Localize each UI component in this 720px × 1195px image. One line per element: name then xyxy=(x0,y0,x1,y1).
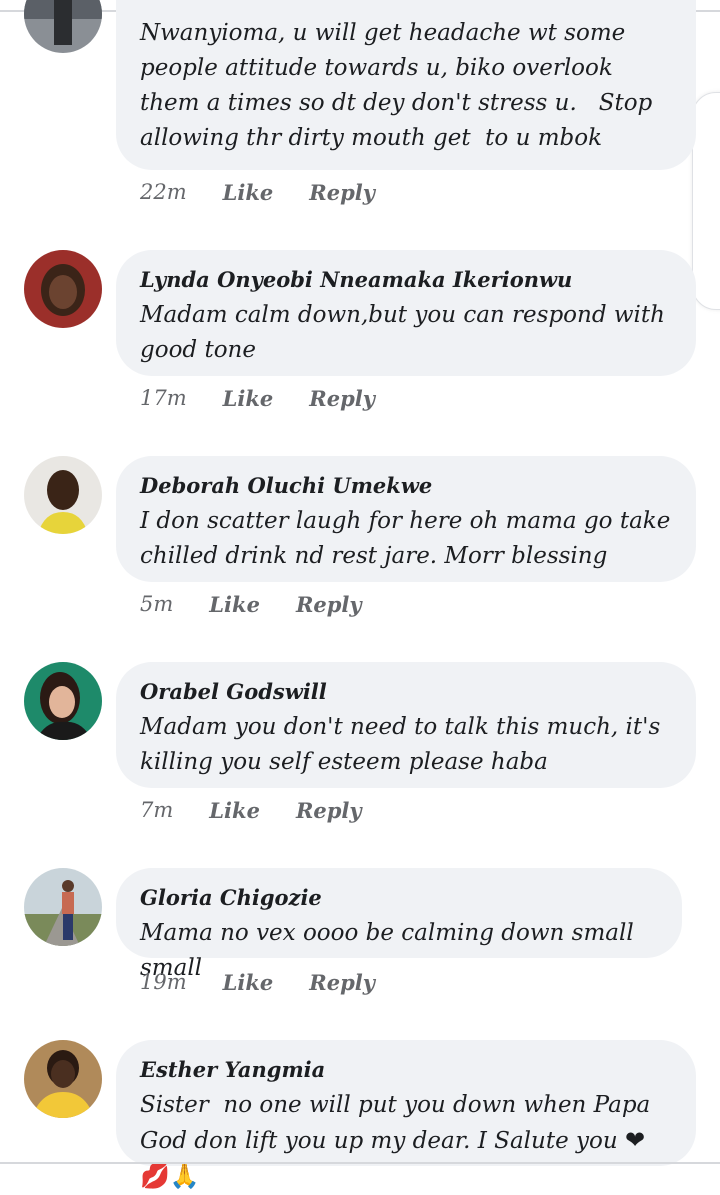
comment-bubble[interactable]: Lynda Onyeobi Nneamaka Ikerionwu Madam c… xyxy=(116,250,696,376)
comment-author[interactable]: Lynda Onyeobi Nneamaka Ikerionwu xyxy=(140,266,672,294)
avatar[interactable] xyxy=(24,662,102,740)
comment-bubble[interactable]: Esther Yangmia Sister no one will put yo… xyxy=(116,1040,696,1190)
comment-text-body: Sister no one will put you down when Pap… xyxy=(140,1092,658,1154)
comment-author[interactable]: Gloria Chigozie xyxy=(140,884,658,912)
comment-bubble[interactable]: Deborah Oluchi Umekwe I don scatter laug… xyxy=(116,456,696,582)
avatar[interactable] xyxy=(24,456,102,534)
avatar[interactable] xyxy=(24,1040,102,1118)
comment-actions: 7m Like Reply xyxy=(140,798,362,823)
like-button[interactable]: Like xyxy=(223,386,274,411)
comment-actions: 17m Like Reply xyxy=(140,386,375,411)
reply-button[interactable]: Reply xyxy=(296,592,362,617)
side-panel-edge xyxy=(692,92,720,310)
like-button[interactable]: Like xyxy=(209,798,260,823)
reply-button[interactable]: Reply xyxy=(309,180,375,205)
comment-author[interactable]: Deborah Oluchi Umekwe xyxy=(140,472,672,500)
like-button[interactable]: Like xyxy=(209,592,260,617)
comment-actions: 5m Like Reply xyxy=(140,592,362,617)
comment-author[interactable]: Orabel Godswill xyxy=(140,678,672,706)
avatar[interactable] xyxy=(24,250,102,328)
comment-timestamp: 22m xyxy=(140,180,187,204)
comment-timestamp: 19m xyxy=(140,970,187,994)
avatar[interactable] xyxy=(24,868,102,946)
like-button[interactable]: Like xyxy=(223,180,274,205)
comment-text: Nwanyioma, u will get headache wt some p… xyxy=(140,20,660,151)
comment-text: Sister no one will put you down when Pap… xyxy=(140,1088,672,1195)
reply-button[interactable]: Reply xyxy=(296,798,362,823)
avatar[interactable] xyxy=(24,0,102,53)
comment-text: Madam you don't need to talk this much, … xyxy=(140,714,668,775)
reply-button[interactable]: Reply xyxy=(309,386,375,411)
comment-actions: 22m Like Reply xyxy=(140,180,375,205)
comment-text: I don scatter laugh for here oh mama go … xyxy=(140,508,678,569)
comment-author[interactable]: Esther Yangmia xyxy=(140,1056,672,1084)
reply-button[interactable]: Reply xyxy=(309,970,375,995)
comment-timestamp: 5m xyxy=(140,592,174,616)
like-button[interactable]: Like xyxy=(223,970,274,995)
comment-actions: 19m Like Reply xyxy=(140,970,375,995)
comment-bubble[interactable]: Nwanyioma, u will get headache wt some p… xyxy=(116,0,696,170)
bottom-divider xyxy=(0,1162,720,1164)
comment-timestamp: 7m xyxy=(140,798,174,822)
comment-text: Madam calm down,but you can respond with… xyxy=(140,302,673,363)
comment-timestamp: 17m xyxy=(140,386,187,410)
comment-bubble[interactable]: Gloria Chigozie Mama no vex oooo be calm… xyxy=(116,868,682,981)
comment-bubble[interactable]: Orabel Godswill Madam you don't need to … xyxy=(116,662,696,788)
